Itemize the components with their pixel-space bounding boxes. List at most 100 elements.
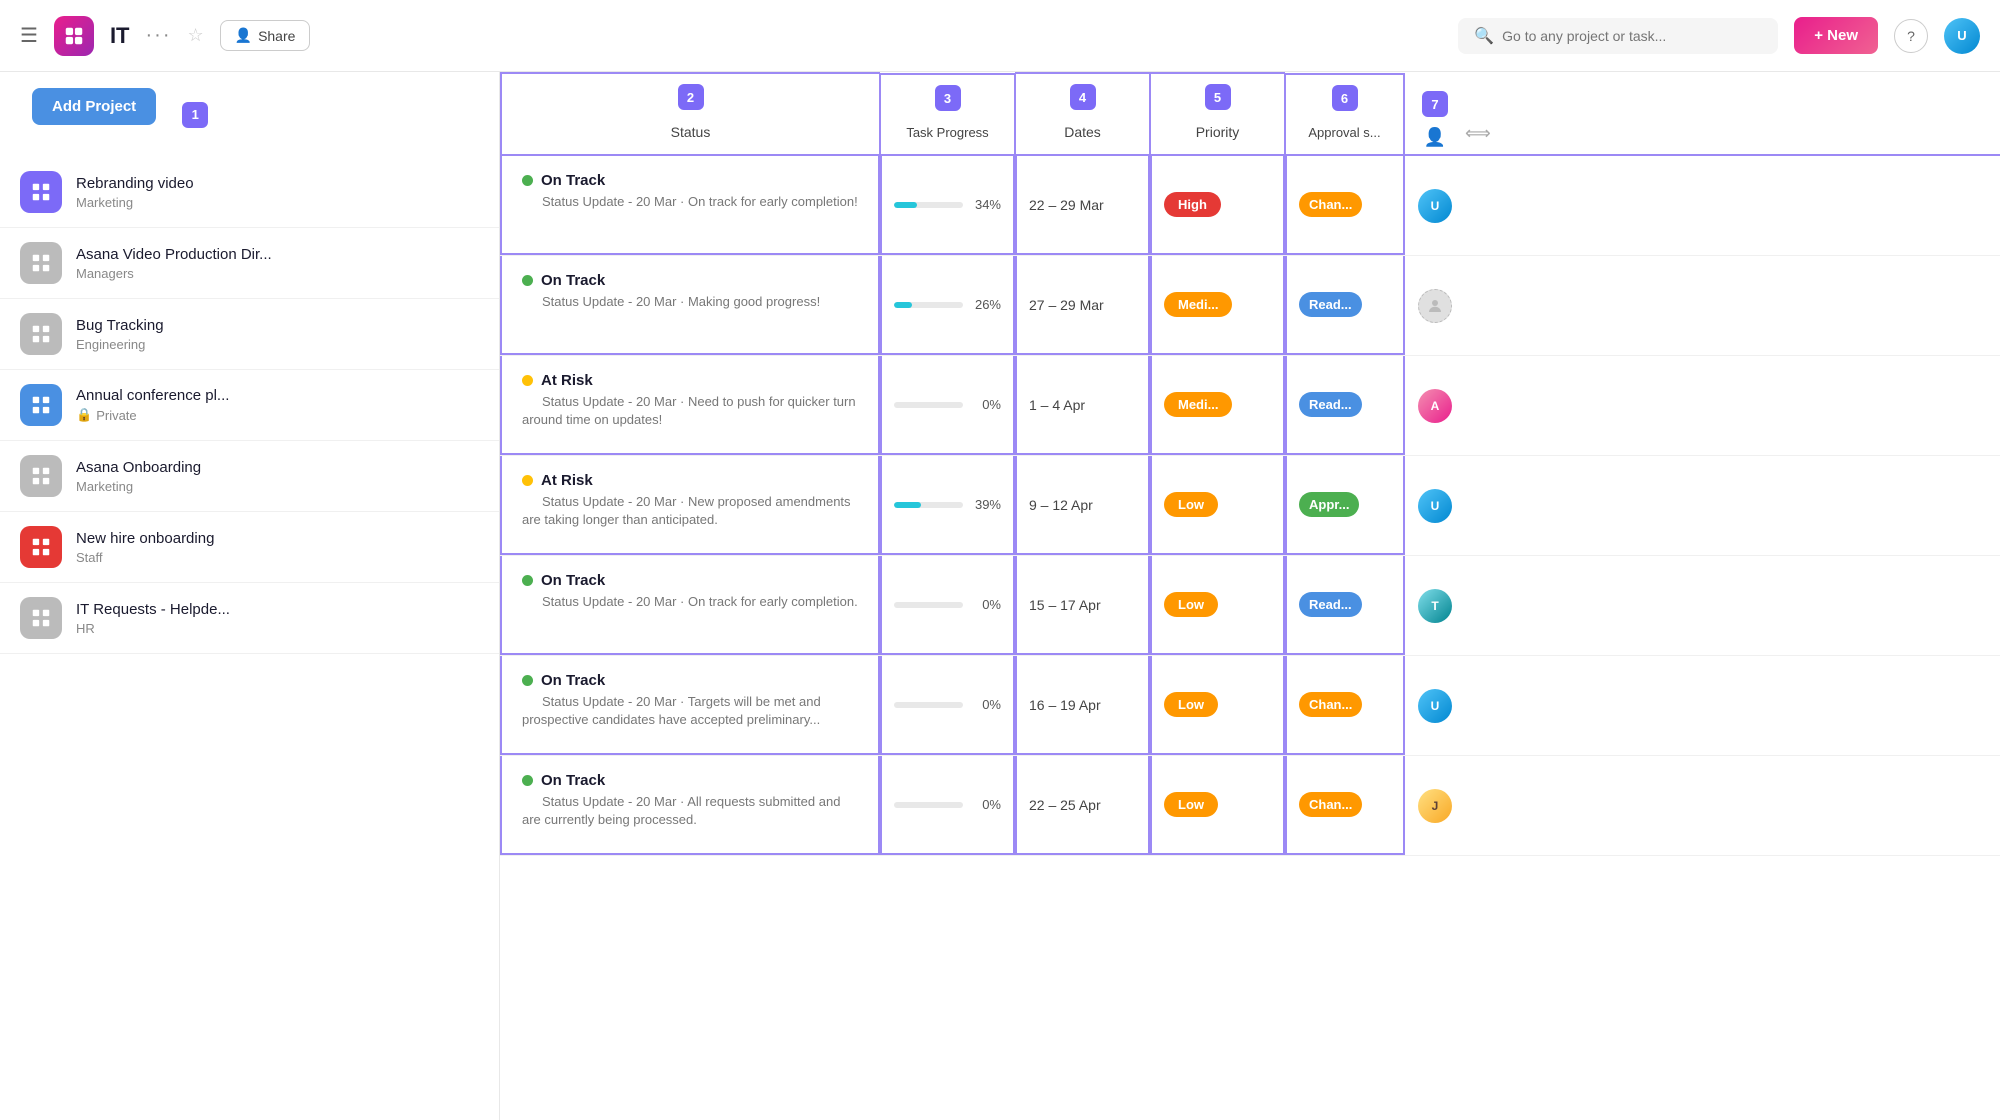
project-name: IT Requests - Helpde... xyxy=(76,601,230,618)
assignee-cell-1 xyxy=(1405,256,1465,355)
status-title-4: On Track xyxy=(541,572,605,589)
project-sub: Engineering xyxy=(76,337,164,352)
project-icon-new-hire xyxy=(20,526,62,568)
status-cell-6: On Track Status Update - 20 Mar · All re… xyxy=(500,756,880,855)
project-info-rebranding: Rebranding video Marketing xyxy=(76,175,194,210)
project-sub: HR xyxy=(76,621,230,636)
sidebar-num-badge-1: 1 xyxy=(182,102,208,128)
help-button[interactable]: ? xyxy=(1894,19,1928,53)
project-info-it-requests: IT Requests - Helpde... HR xyxy=(76,601,230,636)
project-name: Rebranding video xyxy=(76,175,194,192)
project-sub: Marketing xyxy=(76,195,194,210)
row-avatar-3: U xyxy=(1418,489,1452,523)
assignee-cell-6: J xyxy=(1405,756,1465,855)
progress-pct-3: 39% xyxy=(971,497,1001,512)
sidebar-item-annual-conf[interactable]: Annual conference pl... 🔒 Private xyxy=(0,370,499,441)
progress-pct-0: 34% xyxy=(971,197,1001,212)
approval-badge-2: Read... xyxy=(1299,392,1362,417)
status-label: Status xyxy=(659,116,723,148)
project-info-new-hire: New hire onboarding Staff xyxy=(76,530,214,565)
project-sub: 🔒 Private xyxy=(76,407,229,423)
table-row: On Track Status Update - 20 Mar · Target… xyxy=(500,656,2000,756)
project-info-annual-conf: Annual conference pl... 🔒 Private xyxy=(76,387,229,423)
status-cell-5: On Track Status Update - 20 Mar · Target… xyxy=(500,656,880,755)
sidebar-item-rebranding[interactable]: Rebranding video Marketing xyxy=(0,157,499,228)
status-dot-2 xyxy=(522,375,533,386)
priority-badge-5: Low xyxy=(1164,692,1218,717)
favorite-icon[interactable]: ☆ xyxy=(187,25,203,46)
search-bar[interactable]: 🔍 xyxy=(1458,18,1778,54)
status-col-header: 2 Status xyxy=(500,72,880,154)
priority-cell-4: Low xyxy=(1150,556,1285,655)
sidebar-item-new-hire[interactable]: New hire onboarding Staff xyxy=(0,512,499,583)
sidebar-item-asana-video[interactable]: Asana Video Production Dir... Managers xyxy=(0,228,499,299)
col-num-7: 7 xyxy=(1422,91,1448,117)
row-avatar-5: U xyxy=(1418,689,1452,723)
priority-badge-6: Low xyxy=(1164,792,1218,817)
task-cell-3: 39% xyxy=(880,456,1015,555)
progress-pct-4: 0% xyxy=(971,597,1001,612)
task-progress-label: Task Progress xyxy=(894,117,1000,148)
col-num-2: 2 xyxy=(678,84,704,110)
status-desc-2: Status Update - 20 Mar · Need to push fo… xyxy=(522,394,856,427)
assignee-cell-0: U xyxy=(1405,156,1465,255)
new-button[interactable]: + New xyxy=(1794,17,1878,54)
status-dot-6 xyxy=(522,775,533,786)
more-icon: ⟺ xyxy=(1465,123,1491,144)
project-icon-it-requests xyxy=(20,597,62,639)
approval-label: Approval s... xyxy=(1296,117,1392,148)
project-icon-annual-conf xyxy=(20,384,62,426)
col-num-5: 5 xyxy=(1205,84,1231,110)
app-logo xyxy=(54,16,94,56)
dates-cell-5: 16 – 19 Apr xyxy=(1015,656,1150,755)
share-button[interactable]: 👤 Share xyxy=(220,20,311,51)
task-cell-0: 34% xyxy=(880,156,1015,255)
col-num-3: 3 xyxy=(935,85,961,111)
user-avatar[interactable]: U xyxy=(1944,18,1980,54)
dates-cell-6: 22 – 25 Apr xyxy=(1015,756,1150,855)
project-name: Annual conference pl... xyxy=(76,387,229,404)
dates-cell-4: 15 – 17 Apr xyxy=(1015,556,1150,655)
sidebar: Add Project 1 Rebranding video Marketing xyxy=(0,72,500,1120)
project-name: Bug Tracking xyxy=(76,317,164,334)
priority-cell-1: Medi... xyxy=(1150,256,1285,355)
priority-badge-4: Low xyxy=(1164,592,1218,617)
date-5: 16 – 19 Apr xyxy=(1029,697,1101,713)
status-cell-2: At Risk Status Update - 20 Mar · Need to… xyxy=(500,356,880,455)
add-project-button[interactable]: Add Project xyxy=(32,88,156,125)
table-row: At Risk Status Update - 20 Mar · New pro… xyxy=(500,456,2000,556)
priority-cell-0: High xyxy=(1150,156,1285,255)
date-0: 22 – 29 Mar xyxy=(1029,197,1104,213)
status-title-6: On Track xyxy=(541,772,605,789)
dates-cell-0: 22 – 29 Mar xyxy=(1015,156,1150,255)
col-num-6: 6 xyxy=(1332,85,1358,111)
approval-badge-3: Appr... xyxy=(1299,492,1359,517)
sidebar-item-bug-tracking[interactable]: Bug Tracking Engineering xyxy=(0,299,499,370)
col-num-4: 4 xyxy=(1070,84,1096,110)
status-cell-1: On Track Status Update - 20 Mar · Making… xyxy=(500,256,880,355)
task-cell-5: 0% xyxy=(880,656,1015,755)
approval-cell-1: Read... xyxy=(1285,256,1405,355)
project-name: Asana Onboarding xyxy=(76,459,201,476)
dates-cell-1: 27 – 29 Mar xyxy=(1015,256,1150,355)
more-options-icon[interactable]: ··· xyxy=(146,24,172,47)
approval-cell-3: Appr... xyxy=(1285,456,1405,555)
date-2: 1 – 4 Apr xyxy=(1029,397,1085,413)
search-icon: 🔍 xyxy=(1474,26,1494,46)
date-6: 22 – 25 Apr xyxy=(1029,797,1101,813)
data-rows: On Track Status Update - 20 Mar · On tra… xyxy=(500,156,2000,856)
menu-icon[interactable]: ☰ xyxy=(20,23,38,48)
more-cell-0 xyxy=(1465,156,1505,255)
table-row: On Track Status Update - 20 Mar · On tra… xyxy=(500,556,2000,656)
status-desc-5: Status Update - 20 Mar · Targets will be… xyxy=(522,694,821,727)
status-title-5: On Track xyxy=(541,672,605,689)
status-dot-5 xyxy=(522,675,533,686)
status-title-3: At Risk xyxy=(541,472,593,489)
approval-badge-5: Chan... xyxy=(1299,692,1362,717)
sidebar-item-it-requests[interactable]: IT Requests - Helpde... HR xyxy=(0,583,499,654)
main-content: Add Project 1 Rebranding video Marketing xyxy=(0,72,2000,1120)
sidebar-item-asana-onboarding[interactable]: Asana Onboarding Marketing xyxy=(0,441,499,512)
date-3: 9 – 12 Apr xyxy=(1029,497,1093,513)
priority-cell-5: Low xyxy=(1150,656,1285,755)
search-input[interactable] xyxy=(1502,28,1722,44)
